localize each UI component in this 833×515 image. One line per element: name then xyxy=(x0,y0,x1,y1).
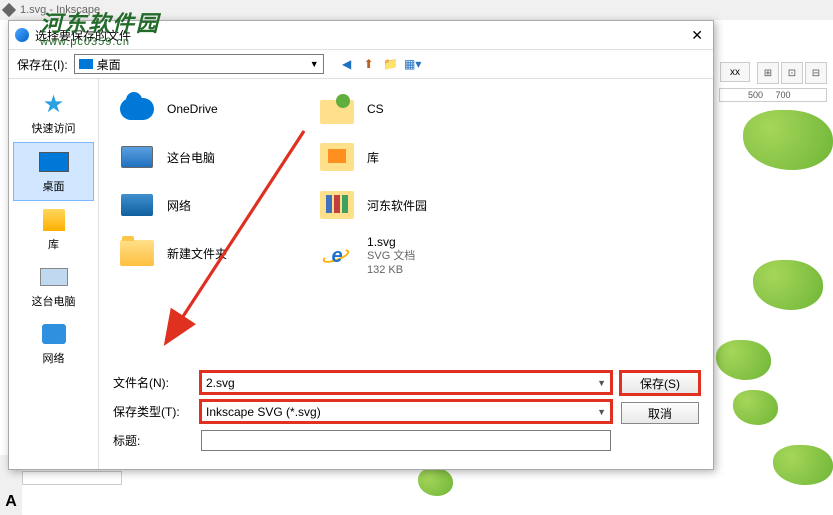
close-button[interactable]: ✕ xyxy=(687,27,707,44)
file-col-right: CS 库 河东软件园 1.svg SVG 文档 xyxy=(317,91,427,356)
books-folder-icon xyxy=(317,187,357,223)
file-item-newfolder[interactable]: 新建文件夹 xyxy=(117,235,227,271)
filename-label: 文件名(N): xyxy=(113,374,195,391)
place-network[interactable]: 网络 xyxy=(9,315,98,372)
filename-row: 文件名(N): 2.svg ▼ xyxy=(113,372,611,393)
canvas-shape xyxy=(753,260,823,310)
canvas-shape xyxy=(716,340,771,380)
dialog-title: 选择要保存的文件 xyxy=(35,27,131,44)
user-folder-icon xyxy=(317,91,357,127)
file-item-network[interactable]: 网络 xyxy=(117,187,227,223)
file-area: OneDrive 这台电脑 网络 新建文件夹 xyxy=(99,79,713,469)
title-label: 标题: xyxy=(113,432,195,449)
cloud-icon xyxy=(117,91,157,127)
chevron-down-icon: ▼ xyxy=(597,407,606,417)
app-titlebar: 1.svg - Inkscape xyxy=(0,0,833,20)
desktop-icon xyxy=(79,59,93,69)
desktop-icon xyxy=(38,149,70,175)
canvas-shape xyxy=(773,445,833,485)
file-col-left: OneDrive 这台电脑 网络 新建文件夹 xyxy=(117,91,227,356)
chevron-down-icon: ▼ xyxy=(310,59,319,69)
folder-icon xyxy=(117,235,157,271)
ie-svg-icon xyxy=(317,238,357,274)
app-title: 1.svg - Inkscape xyxy=(20,4,100,16)
ruler-top-right: 500 700 xyxy=(719,88,827,102)
star-icon: ★ xyxy=(38,91,70,117)
ruler-bottom xyxy=(22,471,122,485)
file-item-lib[interactable]: 库 xyxy=(317,139,427,175)
filetype-row: 保存类型(T): Inkscape SVG (*.svg) ▼ xyxy=(113,401,611,422)
dialog-icon xyxy=(15,28,29,42)
filename-input[interactable]: 2.svg ▼ xyxy=(201,372,611,393)
file-item-1svg[interactable]: 1.svg SVG 文档 132 KB xyxy=(317,235,427,278)
toolbar-xx[interactable]: xx xyxy=(720,62,750,82)
canvas-shape xyxy=(743,110,833,170)
nav-icons: ◀ ⬆ 📁 ▦▾ xyxy=(338,55,422,73)
back-icon[interactable]: ◀ xyxy=(338,55,356,73)
file-item-cs[interactable]: CS xyxy=(317,91,427,127)
pc-icon xyxy=(38,264,70,290)
file-item-onedrive[interactable]: OneDrive xyxy=(117,91,227,127)
place-desktop[interactable]: 桌面 xyxy=(13,142,94,201)
up-icon[interactable]: ⬆ xyxy=(360,55,378,73)
save-button[interactable]: 保存(S) xyxy=(621,372,699,394)
filetype-label: 保存类型(T): xyxy=(113,403,195,420)
save-dialog: 选择要保存的文件 ✕ 保存在(I): 桌面 ▼ ◀ ⬆ 📁 ▦▾ ★ 快速访问 … xyxy=(8,20,714,470)
cancel-button[interactable]: 取消 xyxy=(621,402,699,424)
toolbar-right: ⊞ ⊡ ⊟ xyxy=(757,62,827,84)
file-item-hedong[interactable]: 河东软件园 xyxy=(317,187,427,223)
library-folder-icon xyxy=(317,139,357,175)
canvas-shape xyxy=(418,468,453,496)
dialog-body: ★ 快速访问 桌面 库 这台电脑 网络 xyxy=(9,79,713,469)
app-icon xyxy=(2,3,16,17)
monitor-icon xyxy=(117,139,157,175)
place-this-pc[interactable]: 这台电脑 xyxy=(9,258,98,315)
place-quick-access[interactable]: ★ 快速访问 xyxy=(9,85,98,142)
dialog-titlebar: 选择要保存的文件 ✕ xyxy=(9,21,713,49)
save-in-combo[interactable]: 桌面 ▼ xyxy=(74,54,324,74)
save-in-label: 保存在(I): xyxy=(17,56,68,73)
tool-snap-3[interactable]: ⊟ xyxy=(805,62,827,84)
button-column: 保存(S) 取消 xyxy=(621,372,699,424)
globe-monitor-icon xyxy=(117,187,157,223)
network-icon xyxy=(38,321,70,347)
library-icon xyxy=(38,207,70,233)
save-in-value: 桌面 xyxy=(97,56,121,73)
chevron-down-icon: ▼ xyxy=(597,378,606,388)
places-bar: ★ 快速访问 桌面 库 这台电脑 网络 xyxy=(9,79,99,469)
title-row: 标题: xyxy=(113,430,611,451)
title-input[interactable] xyxy=(201,430,611,451)
file-list[interactable]: OneDrive 这台电脑 网络 新建文件夹 xyxy=(99,79,713,368)
dialog-toolbar: 保存在(I): 桌面 ▼ ◀ ⬆ 📁 ▦▾ xyxy=(9,49,713,79)
view-menu-icon[interactable]: ▦▾ xyxy=(404,55,422,73)
filetype-combo[interactable]: Inkscape SVG (*.svg) ▼ xyxy=(201,401,611,422)
tool-snap-1[interactable]: ⊞ xyxy=(757,62,779,84)
place-libraries[interactable]: 库 xyxy=(9,201,98,258)
canvas-shape xyxy=(733,390,778,425)
bottom-fields: 文件名(N): 2.svg ▼ 保存类型(T): Inkscape SVG (*… xyxy=(99,368,713,469)
file-item-thispc[interactable]: 这台电脑 xyxy=(117,139,227,175)
new-folder-icon[interactable]: 📁 xyxy=(382,55,400,73)
tool-snap-2[interactable]: ⊡ xyxy=(781,62,803,84)
